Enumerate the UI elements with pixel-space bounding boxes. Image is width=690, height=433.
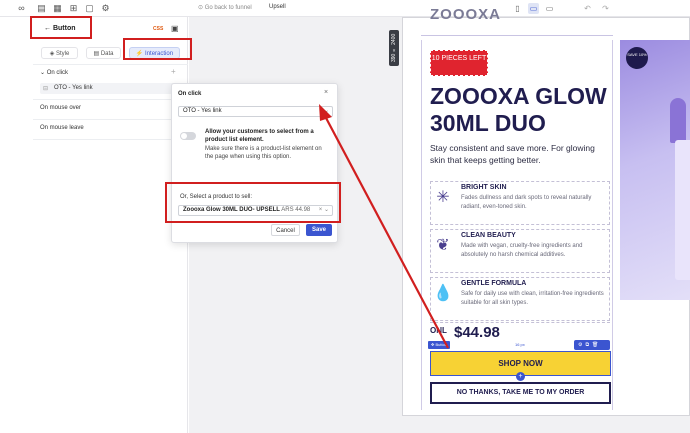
desktop-view-icon[interactable]: ▭ <box>544 3 555 14</box>
feature-description: Fades dullness and dark spots to reveal … <box>461 195 592 210</box>
product-list-toggle[interactable] <box>180 132 196 140</box>
tablet-view-icon[interactable]: ▭ <box>528 3 539 14</box>
properties-panel: ← Button CSS ▣ ◈ Style ▤ Data ⚡ Interact… <box>33 17 188 433</box>
add-element-icon[interactable]: + <box>516 372 525 381</box>
link-icon: ⊟ <box>43 86 49 92</box>
action-select[interactable]: OTO - Yes link ⌄ <box>178 106 333 117</box>
popup-title: On click <box>178 91 202 97</box>
chevron-down-icon: ⌄ <box>323 108 329 114</box>
feature-description: Made with vegan, cruelty-free ingredient… <box>461 243 583 258</box>
document-icon[interactable]: ▢ <box>84 3 95 14</box>
feature-item[interactable]: 💧 GENTLE FORMULA Safe for daily use with… <box>430 277 610 321</box>
settings-icon[interactable]: ⚙ <box>100 3 111 14</box>
action-select-value: OTO - Yes link <box>183 108 222 114</box>
product-title[interactable]: ZOOOXA GLOW 30ML DUO <box>430 83 610 137</box>
feature-title: BRIGHT SKIN <box>461 184 507 191</box>
page-name[interactable]: Upsell <box>269 4 286 10</box>
divider <box>33 119 188 120</box>
undo-icon[interactable]: ↶ <box>582 3 593 14</box>
header-divider <box>421 35 613 36</box>
go-back-label: Go back to funnel <box>204 5 252 11</box>
save-icon[interactable]: ▣ <box>171 24 179 33</box>
canvas-size-tag: 390 × 2400 <box>389 30 399 66</box>
app-logo-icon[interactable]: ∞ <box>16 3 27 14</box>
close-icon[interactable]: × <box>324 89 328 96</box>
top-toolbar: ∞ ▤ ▦ ⊞ ▢ ⚙ ⊙ Go back to funnel Upsell ▯… <box>0 0 690 17</box>
annotation-box-back <box>30 16 92 39</box>
cancel-button[interactable]: Cancel <box>271 224 300 236</box>
css-badge[interactable]: CSS <box>153 26 163 32</box>
go-back-link[interactable]: ⊙ Go back to funnel <box>198 4 252 11</box>
on-click-action-item[interactable]: OTO - Yes link <box>40 83 180 94</box>
serum-bottle <box>675 140 690 280</box>
mobile-view-icon[interactable]: ▯ <box>512 3 523 14</box>
redo-icon[interactable]: ↷ <box>600 3 611 14</box>
sparkle-icon: ✳ <box>436 189 450 206</box>
brand-logo: ZOOOXA <box>430 6 502 23</box>
divider <box>33 139 188 140</box>
feature-item[interactable]: ❦ CLEAN BEAUTY Made with vegan, cruelty-… <box>430 229 610 273</box>
on-click-section[interactable]: ⌄ On click <box>40 69 68 76</box>
annotation-box-interaction <box>123 38 192 60</box>
on-mouse-over-section[interactable]: On mouse over <box>40 105 81 111</box>
leaf-icon: ❦ <box>436 237 450 254</box>
element-toolbar[interactable]: ⚙⧉🗑 <box>574 340 610 350</box>
stock-badge[interactable]: 10 PIECES LEFT <box>430 50 488 76</box>
product-list-hint: Make sure there is a product-list elemen… <box>205 146 322 160</box>
feature-item[interactable]: ✳ BRIGHT SKIN Fades dullness and dark sp… <box>430 181 610 225</box>
selected-element-tag: ✥ Button <box>428 341 451 349</box>
spacing-label: 16 px <box>515 342 525 347</box>
divider <box>33 64 188 65</box>
add-on-click-icon[interactable]: + <box>171 67 176 76</box>
save-badge: SAVE 10% <box>626 47 648 69</box>
tab-style[interactable]: ◈ Style <box>41 47 78 59</box>
product-price[interactable]: $44.98 <box>454 324 500 341</box>
divider <box>33 99 188 100</box>
product-list-toggle-label: Allow your customers to select from a pr… <box>205 129 314 143</box>
feature-title: CLEAN BEAUTY <box>461 232 516 239</box>
feature-title: GENTLE FORMULA <box>461 280 527 287</box>
only-label: ONL <box>430 326 447 335</box>
product-subtitle[interactable]: Stay consistent and save more. For glowi… <box>430 142 610 166</box>
product-image[interactable] <box>620 40 690 300</box>
pages-icon[interactable]: ▦ <box>52 3 63 14</box>
feature-description: Safe for daily use with clean, irritatio… <box>461 291 604 306</box>
on-mouse-leave-section[interactable]: On mouse leave <box>40 125 84 131</box>
save-button[interactable]: Save <box>306 224 332 236</box>
no-thanks-button[interactable]: NO THANKS, TAKE ME TO MY ORDER <box>430 382 611 404</box>
drop-icon: 💧 <box>433 285 453 302</box>
funnel-icon[interactable]: ⊞ <box>68 3 79 14</box>
dropper-cap <box>670 98 686 143</box>
annotation-box-product-select <box>165 182 341 223</box>
layers-icon[interactable]: ▤ <box>36 3 47 14</box>
tab-data[interactable]: ▤ Data <box>86 47 121 59</box>
